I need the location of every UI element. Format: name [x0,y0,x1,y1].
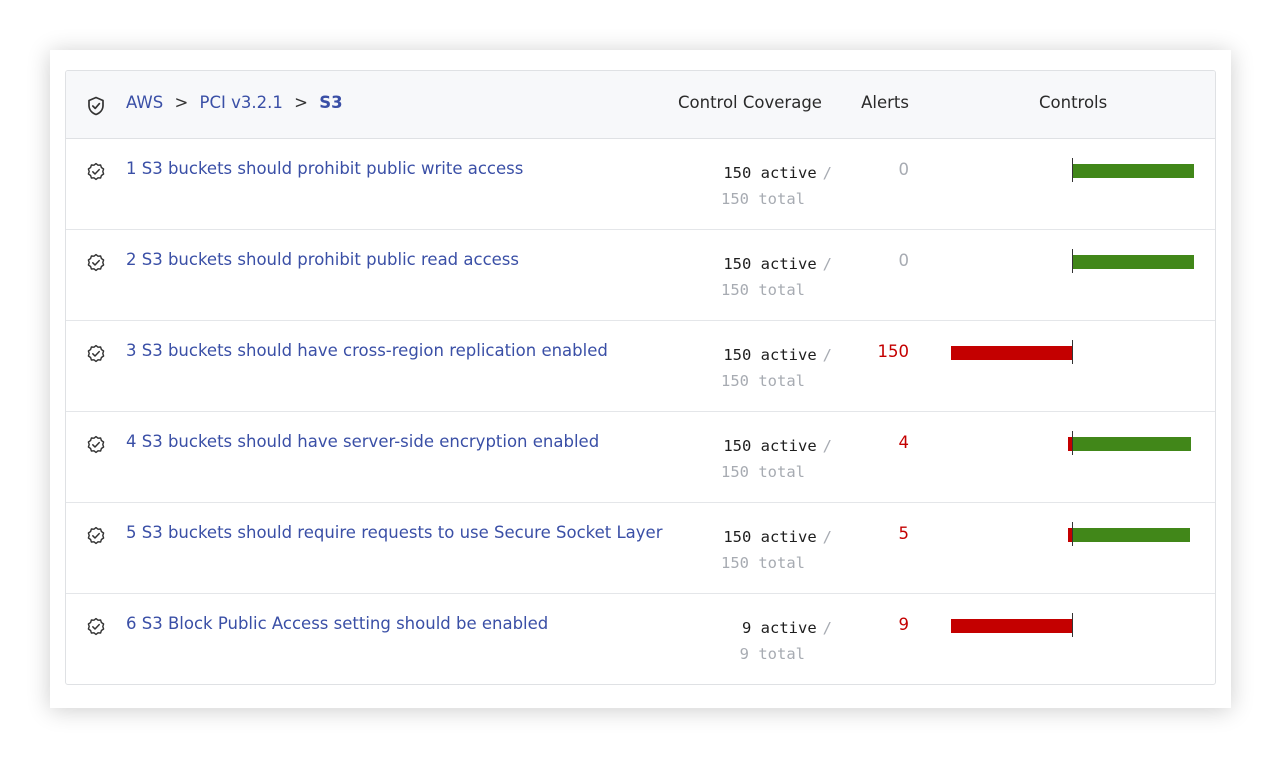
table-header: AWS > PCI v3.2.1 > S3 Control Coverage A… [66,71,1215,139]
bar-axis [1072,431,1073,455]
alarm-bar [951,619,1072,633]
breadcrumb-separator: > [294,93,308,112]
coverage-separator: / [822,619,832,637]
control-title-link[interactable]: 1 S3 buckets should prohibit public writ… [126,159,523,178]
bar-axis [1072,340,1073,364]
coverage-total: 150 total [721,281,805,299]
breadcrumb: AWS > PCI v3.2.1 > S3 [126,93,343,112]
check-badge-icon [87,162,105,181]
coverage-active: 150 active [723,346,817,364]
breadcrumb-separator: > [174,93,189,112]
coverage-separator: / [822,528,832,546]
coverage-separator: / [822,255,832,273]
coverage-active: 150 active [723,437,817,455]
table-row: 1 S3 buckets should prohibit public writ… [66,139,1215,230]
bar-axis [1072,158,1073,182]
control-title-link[interactable]: 2 S3 buckets should prohibit public read… [126,250,519,269]
control-title-link[interactable]: 5 S3 buckets should require requests to … [126,523,662,542]
coverage-total: 150 total [721,463,805,481]
coverage-separator: / [822,164,832,182]
bar-axis [1072,613,1073,637]
controls-status-bar [946,611,1196,639]
breadcrumb-aws[interactable]: AWS [126,93,163,112]
check-badge-icon [87,617,105,636]
ok-bar [1073,164,1194,178]
coverage-total: 150 total [721,372,805,390]
controls-status-bar [946,247,1196,275]
controls-status-bar [946,156,1196,184]
control-title-link[interactable]: 3 S3 buckets should have cross-region re… [126,341,608,360]
coverage-total: 150 total [721,554,805,572]
coverage-active: 9 active [742,619,817,637]
alerts-count: 150 [877,342,910,361]
controls-status-bar [946,338,1196,366]
breadcrumb-pci[interactable]: PCI v3.2.1 [200,93,283,112]
controls-status-bar [946,429,1196,457]
alerts-count: 4 [898,433,910,452]
alerts-count: 0 [898,251,910,270]
shield-check-icon [88,96,104,116]
check-badge-icon [87,526,105,545]
table-row: 3 S3 buckets should have cross-region re… [66,321,1215,412]
column-header-controls: Controls [1039,93,1108,112]
control-title-link[interactable]: 4 S3 buckets should have server-side enc… [126,432,599,451]
bar-axis [1072,249,1073,273]
ok-bar [1073,437,1191,451]
check-badge-icon [87,253,105,272]
check-badge-icon [87,435,105,454]
table-row: 6 S3 Block Public Access setting should … [66,594,1215,684]
ok-bar [1073,528,1190,542]
breadcrumb-current: S3 [319,93,343,112]
control-coverage: 150 active / 150 total [721,524,832,576]
coverage-separator: / [822,346,832,364]
table-row: 4 S3 buckets should have server-side enc… [66,412,1215,503]
coverage-total: 150 total [721,190,805,208]
control-coverage: 9 active / 9 total [740,615,832,667]
bar-axis [1072,522,1073,546]
alerts-count: 0 [898,160,910,179]
control-title-link[interactable]: 6 S3 Block Public Access setting should … [126,614,548,633]
control-coverage: 150 active / 150 total [721,160,832,212]
column-header-alerts: Alerts [861,93,909,112]
coverage-separator: / [822,437,832,455]
check-badge-icon [87,344,105,363]
alerts-count: 9 [898,615,910,634]
alarm-bar [951,346,1072,360]
control-coverage: 150 active / 150 total [721,251,832,303]
coverage-active: 150 active [723,164,817,182]
controls-table: AWS > PCI v3.2.1 > S3 Control Coverage A… [65,70,1216,685]
controls-status-bar [946,520,1196,548]
coverage-active: 150 active [723,528,817,546]
alerts-count: 5 [898,524,910,543]
ok-bar [1073,255,1194,269]
control-coverage: 150 active / 150 total [721,342,832,394]
control-coverage: 150 active / 150 total [721,433,832,485]
coverage-active: 150 active [723,255,817,273]
column-header-coverage: Control Coverage [678,93,822,112]
coverage-total: 9 total [739,645,805,663]
table-row: 2 S3 buckets should prohibit public read… [66,230,1215,321]
benchmark-card: AWS > PCI v3.2.1 > S3 Control Coverage A… [50,50,1231,708]
table-row: 5 S3 buckets should require requests to … [66,503,1215,594]
